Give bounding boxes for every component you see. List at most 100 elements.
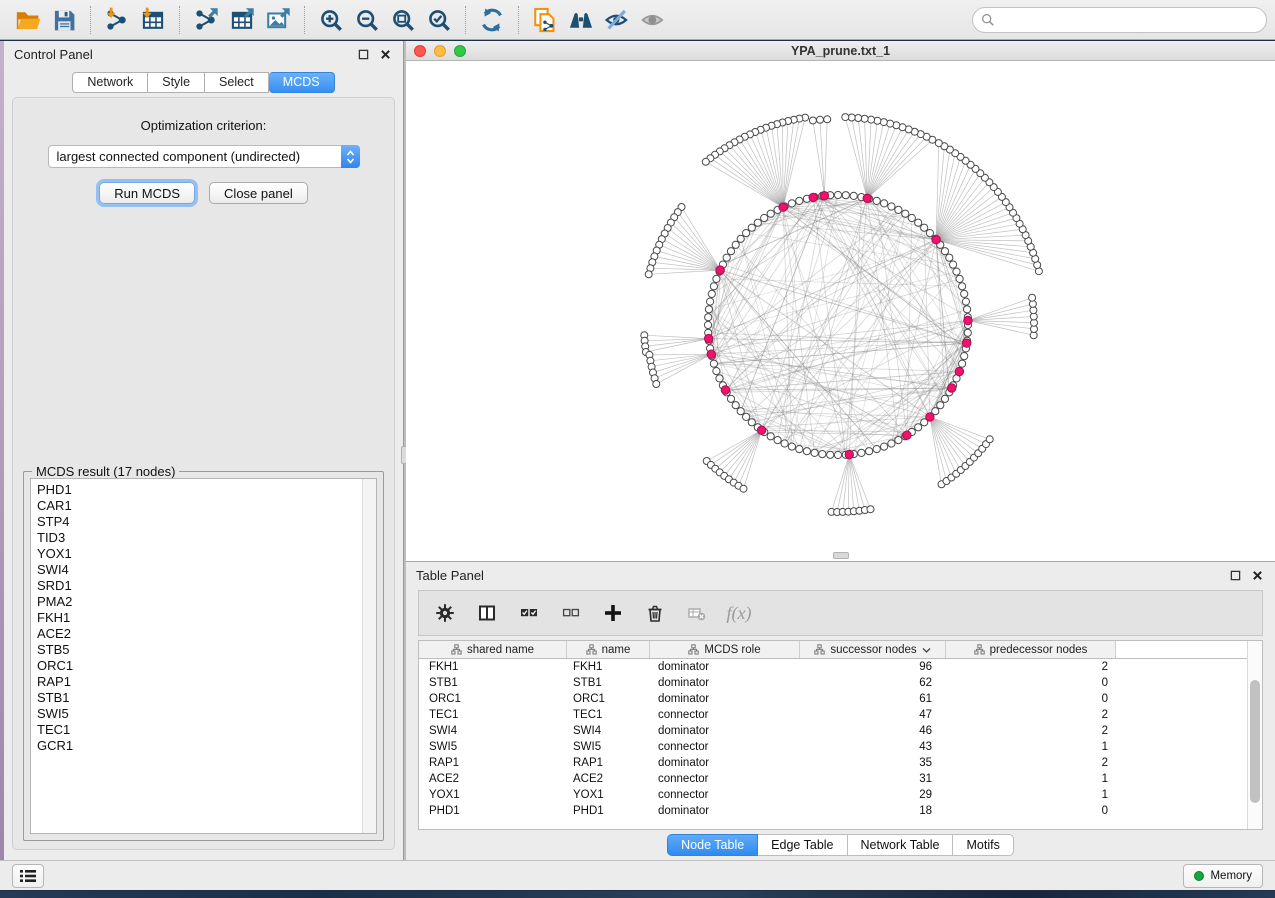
graph-node[interactable] — [707, 298, 714, 305]
graph-node[interactable] — [803, 448, 810, 455]
table-row[interactable]: YOX1YOX1connector291 — [419, 787, 1247, 803]
canvas-splitter-handle[interactable] — [833, 552, 849, 559]
graph-leaf-node[interactable] — [645, 271, 652, 278]
graph-node[interactable] — [834, 191, 841, 198]
mcds-result-node[interactable]: SRD1 — [37, 578, 362, 594]
tab-edge-table[interactable]: Edge Table — [758, 834, 847, 856]
column-header-predecessor-nodes[interactable]: predecessor nodes — [946, 641, 1116, 658]
graph-hub-node-selected[interactable] — [779, 203, 787, 211]
graph-node[interactable] — [873, 197, 880, 204]
refresh-view-button[interactable] — [474, 4, 510, 36]
graph-node[interactable] — [774, 437, 781, 444]
graph-leaf-node[interactable] — [874, 117, 881, 124]
tab-mcds[interactable]: MCDS — [269, 72, 335, 93]
graph-leaf-node[interactable] — [986, 436, 993, 443]
close-panel-button[interactable]: Close panel — [209, 182, 308, 204]
float-table-panel-icon[interactable] — [1227, 567, 1243, 583]
import-table-button[interactable] — [135, 4, 171, 36]
graph-hub-node-selected[interactable] — [809, 193, 817, 201]
graph-node[interactable] — [811, 449, 818, 456]
close-panel-icon[interactable] — [377, 46, 393, 62]
graph-node[interactable] — [956, 275, 963, 282]
mcds-result-node[interactable]: STP4 — [37, 514, 362, 530]
mcds-result-node[interactable]: GCR1 — [37, 738, 362, 754]
delete-columns-button[interactable] — [641, 599, 669, 627]
graph-node[interactable] — [705, 306, 712, 313]
graph-node[interactable] — [961, 290, 968, 297]
fit-content-button[interactable] — [385, 4, 421, 36]
graph-hub-node-selected[interactable] — [705, 334, 713, 342]
graph-node[interactable] — [888, 203, 895, 210]
mcds-result-node[interactable]: ORC1 — [37, 658, 362, 674]
graph-node[interactable] — [781, 440, 788, 447]
create-column-button[interactable] — [599, 599, 627, 627]
select-all-rows-button[interactable] — [515, 599, 543, 627]
tab-motifs[interactable]: Motifs — [953, 834, 1013, 856]
graph-node[interactable] — [713, 368, 720, 375]
graph-node[interactable] — [704, 321, 711, 328]
tab-style[interactable]: Style — [148, 72, 205, 93]
graph-node[interactable] — [767, 433, 774, 440]
table-row[interactable]: STB1STB1dominator620 — [419, 675, 1247, 691]
graph-node[interactable] — [834, 451, 841, 458]
graph-node[interactable] — [961, 353, 968, 360]
graph-node[interactable] — [710, 360, 717, 367]
graph-node[interactable] — [921, 224, 928, 231]
first-neighbors-button[interactable] — [563, 4, 599, 36]
graph-node[interactable] — [962, 298, 969, 305]
graph-node[interactable] — [705, 314, 712, 321]
graph-node[interactable] — [926, 230, 933, 237]
graph-node[interactable] — [761, 214, 768, 221]
graph-node[interactable] — [788, 200, 795, 207]
graph-node[interactable] — [716, 375, 723, 382]
table-row[interactable]: PHD1PHD1dominator180 — [419, 803, 1247, 819]
memory-button[interactable]: Memory — [1183, 864, 1263, 888]
table-mode-settings-button[interactable] — [431, 599, 459, 627]
tab-network[interactable]: Network — [72, 72, 148, 93]
graph-node[interactable] — [796, 197, 803, 204]
graph-hub-node-selected[interactable] — [948, 384, 956, 392]
graph-hub-node-selected[interactable] — [926, 413, 934, 421]
graph-node[interactable] — [881, 200, 888, 207]
mcds-result-node[interactable]: SWI5 — [37, 706, 362, 722]
deselect-all-rows-button[interactable] — [557, 599, 585, 627]
graph-node[interactable] — [713, 275, 720, 282]
mcds-result-node[interactable]: YOX1 — [37, 546, 362, 562]
graph-leaf-node[interactable] — [842, 114, 849, 121]
graph-hub-node-selected[interactable] — [955, 367, 963, 375]
graph-node[interactable] — [964, 306, 971, 313]
mcds-result-node[interactable]: STB1 — [37, 690, 362, 706]
export-image-button[interactable] — [260, 4, 296, 36]
column-header-name[interactable]: name — [567, 641, 650, 658]
graph-node[interactable] — [941, 248, 948, 255]
graph-hub-node-selected[interactable] — [721, 386, 729, 394]
zoom-out-button[interactable] — [349, 4, 385, 36]
graph-node[interactable] — [915, 424, 922, 431]
graph-node[interactable] — [767, 210, 774, 217]
import-network-button[interactable] — [99, 4, 135, 36]
tab-node-table[interactable]: Node Table — [667, 834, 758, 856]
graph-hub-node-selected[interactable] — [903, 431, 911, 439]
graph-node[interactable] — [727, 395, 734, 402]
graph-node[interactable] — [819, 451, 826, 458]
graph-node[interactable] — [895, 206, 902, 213]
graph-hub-node-selected[interactable] — [845, 450, 853, 458]
graph-node[interactable] — [941, 395, 948, 402]
mcds-result-node[interactable]: PMA2 — [37, 594, 362, 610]
mcds-result-node[interactable]: RAP1 — [37, 674, 362, 690]
graph-node[interactable] — [743, 230, 750, 237]
close-table-panel-icon[interactable] — [1249, 567, 1265, 583]
graph-node[interactable] — [895, 437, 902, 444]
mcds-result-node[interactable]: ACE2 — [37, 626, 362, 642]
graph-node[interactable] — [946, 254, 953, 261]
new-network-from-selection-button[interactable] — [527, 4, 563, 36]
graph-node[interactable] — [842, 192, 849, 199]
fit-selected-button[interactable] — [421, 4, 457, 36]
network-canvas[interactable] — [406, 61, 1275, 561]
graph-leaf-node[interactable] — [935, 140, 942, 147]
mcds-result-node[interactable]: PHD1 — [37, 482, 362, 498]
graph-leaf-node[interactable] — [855, 115, 862, 122]
graph-leaf-node[interactable] — [809, 117, 816, 124]
table-scrollbar[interactable] — [1247, 641, 1262, 829]
graph-hub-node-selected[interactable] — [963, 339, 971, 347]
